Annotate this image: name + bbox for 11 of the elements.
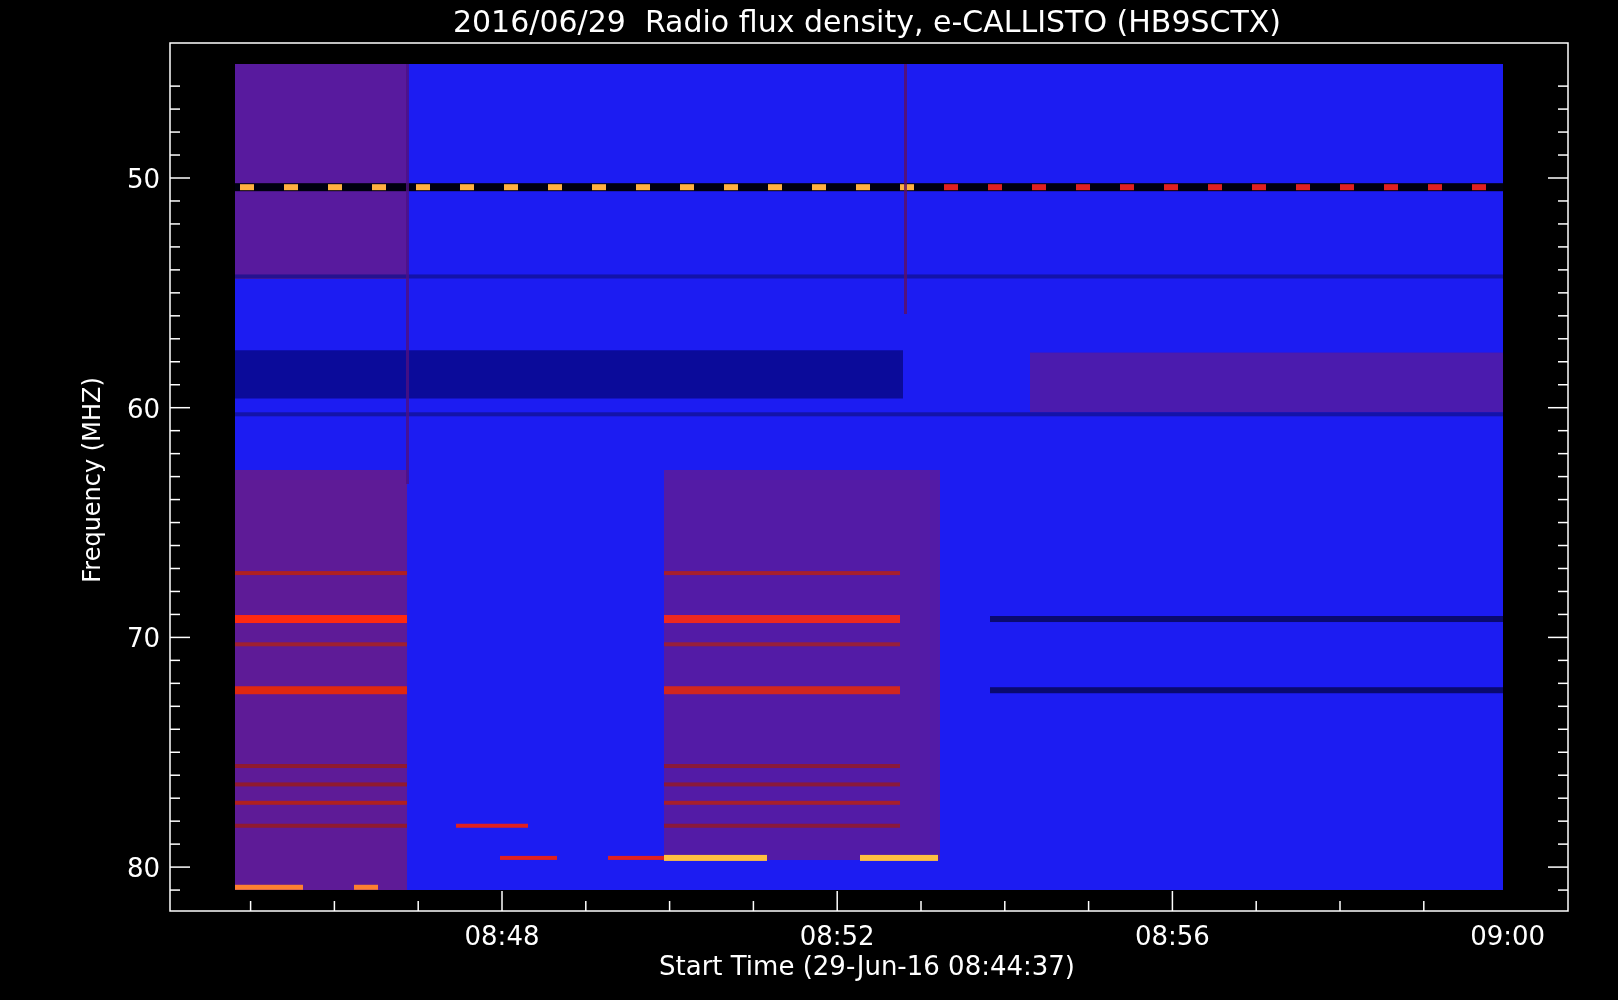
y-tick-label: 50 — [126, 164, 160, 194]
y-tick-label: 60 — [126, 393, 160, 424]
y-axis-label: Frequency (MHZ) — [78, 377, 106, 583]
x-tick-label: 08:48 — [464, 921, 540, 951]
chart-title: 2016/06/29 Radio flux density, e-CALLISTO (HB9SCTX) — [452, 4, 1282, 39]
x-tick-label: 08:52 — [799, 921, 875, 951]
x-tick-label: 09:00 — [1470, 921, 1546, 951]
y-tick-label: 70 — [126, 623, 160, 654]
y-tick-label: 80 — [126, 853, 160, 884]
x-axis-label: Start Time (29-Jun-16 08:44:37) — [659, 951, 1075, 981]
x-tick-label: 08:56 — [1134, 921, 1210, 951]
